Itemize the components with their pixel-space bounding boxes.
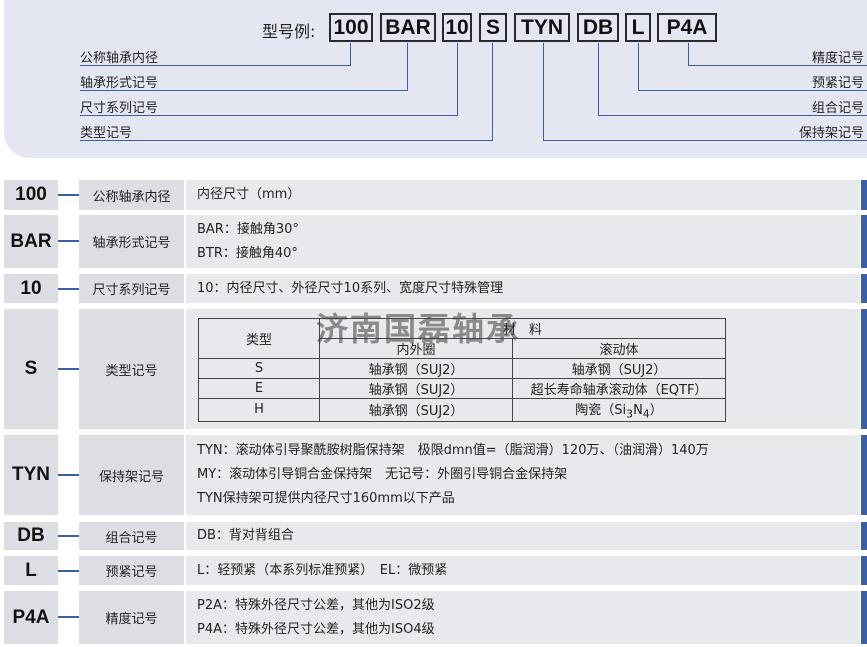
leader-line-cage xyxy=(543,43,867,141)
desc-line: L：轻预紧（本系列标准预紧） EL：微预紧 xyxy=(197,562,448,578)
desc-line: 内径尺寸（mm） xyxy=(197,187,301,202)
row-edge xyxy=(861,556,867,585)
row-code-s: S xyxy=(4,309,58,429)
table-cell: 轴承钢（SUJ2） xyxy=(319,398,513,422)
row-desc-bore: 内径尺寸（mm） xyxy=(186,180,860,210)
table-cell: 陶瓷（Si3N4） xyxy=(512,398,726,422)
code-box-tyn: TYN xyxy=(514,13,570,42)
code-box-l: L xyxy=(625,13,651,42)
row-connector xyxy=(58,616,79,618)
row-connector xyxy=(58,288,79,290)
code-box-100: 100 xyxy=(329,13,373,42)
desc-line: P2A：特殊外径尺寸公差，其他为ISO2级 xyxy=(197,597,435,613)
model-example-label: 型号例: xyxy=(262,22,316,41)
row-edge xyxy=(861,309,867,429)
row-code-db: DB xyxy=(4,522,58,550)
row-name-precision: 精度记号 xyxy=(79,591,184,644)
row-connector xyxy=(58,474,79,476)
table-cell: S xyxy=(198,358,320,379)
table-cell: H xyxy=(198,398,320,422)
row-edge xyxy=(861,435,867,515)
row-code-bar: BAR xyxy=(4,215,58,268)
row-edge xyxy=(861,215,867,268)
code-box-db: DB xyxy=(577,13,619,42)
row-code-l: L xyxy=(4,556,58,585)
row-desc-preload: L：轻预紧（本系列标准预紧） EL：微预紧 xyxy=(186,556,860,585)
row-connector xyxy=(58,535,79,537)
leader-line-type xyxy=(80,43,493,141)
table-cell: E xyxy=(198,378,320,399)
watermark-text: 济南国磊轴承 xyxy=(316,310,521,348)
row-desc-precision: P2A：特殊外径尺寸公差，其他为ISO2级 P4A：特殊外径尺寸公差，其他为IS… xyxy=(186,591,860,644)
material-table-col-rolling: 滚动体 xyxy=(512,338,726,359)
row-code-100: 100 xyxy=(4,180,58,210)
row-connector xyxy=(58,194,79,196)
row-name-form: 轴承形式记号 xyxy=(79,215,184,268)
row-edge xyxy=(861,522,867,550)
table-row: S 轴承钢（SUJ2） 轴承钢（SUJ2） xyxy=(198,358,726,379)
desc-line: 10：内径尺寸、外径尺寸10系列、宽度尺寸特殊管理 xyxy=(197,280,504,296)
row-connector xyxy=(58,240,79,242)
row-desc-series: 10：内径尺寸、外径尺寸10系列、宽度尺寸特殊管理 xyxy=(186,274,860,303)
desc-line: BAR：接触角30° xyxy=(197,221,299,237)
ceramic-label: 陶瓷（Si xyxy=(575,403,627,418)
table-row: E 轴承钢（SUJ2） 超长寿命轴承滚动体（EQTF） xyxy=(198,378,726,399)
code-box-s: S xyxy=(479,13,507,42)
table-cell: 轴承钢（SUJ2） xyxy=(319,378,513,399)
row-name-preload: 预紧记号 xyxy=(79,556,184,585)
row-connector xyxy=(58,368,79,370)
row-edge xyxy=(861,180,867,210)
table-cell: 轴承钢（SUJ2） xyxy=(319,358,513,379)
row-edge xyxy=(861,591,867,644)
code-box-bar: BAR xyxy=(380,13,436,42)
table-cell: 超长寿命轴承滚动体（EQTF） xyxy=(512,378,726,399)
table-row: H 轴承钢（SUJ2） 陶瓷（Si3N4） xyxy=(198,398,726,422)
row-desc-form: BAR：接触角30° BTR：接触角40° xyxy=(186,215,860,268)
row-connector xyxy=(58,570,79,572)
material-table-type-header: 类型 xyxy=(198,318,320,359)
row-name-series: 尺寸系列记号 xyxy=(79,274,184,303)
row-code-10: 10 xyxy=(4,274,58,303)
ceramic-close: ） xyxy=(649,403,663,418)
row-desc-cage: TYN：滚动体引导聚酰胺树脂保持架 极限dmn值=（脂润滑）120万、（油润滑）… xyxy=(186,435,860,515)
row-name-combination: 组合记号 xyxy=(79,522,184,550)
code-box-p4a: P4A xyxy=(657,13,717,42)
subscript-4: 4 xyxy=(642,407,650,421)
row-name-bore: 公称轴承内径 xyxy=(79,180,184,210)
row-code-p4a: P4A xyxy=(4,591,58,644)
desc-line: MY：滚动体引导铜合金保持架 无记号：外圈引导铜合金保持架 xyxy=(197,467,568,482)
row-name-cage: 保持架记号 xyxy=(79,435,184,515)
code-box-10: 10 xyxy=(442,13,472,42)
table-cell: 轴承钢（SUJ2） xyxy=(512,358,726,379)
row-code-tyn: TYN xyxy=(4,435,58,515)
row-name-type: 类型记号 xyxy=(79,309,184,429)
desc-line: P4A：特殊外径尺寸公差，其他为ISO4级 xyxy=(197,621,435,637)
row-edge xyxy=(861,274,867,303)
ceramic-n: N xyxy=(633,403,643,418)
desc-line: TYN：滚动体引导聚酰胺树脂保持架 极限dmn值=（脂润滑）120万、（油润滑）… xyxy=(197,443,709,458)
desc-line: DB：背对背组合 xyxy=(197,528,294,543)
desc-line: BTR：接触角40° xyxy=(197,245,298,261)
row-desc-combination: DB：背对背组合 xyxy=(186,522,860,550)
desc-line: TYN保持架可提供内径尺寸160mm以下产品 xyxy=(197,491,455,506)
